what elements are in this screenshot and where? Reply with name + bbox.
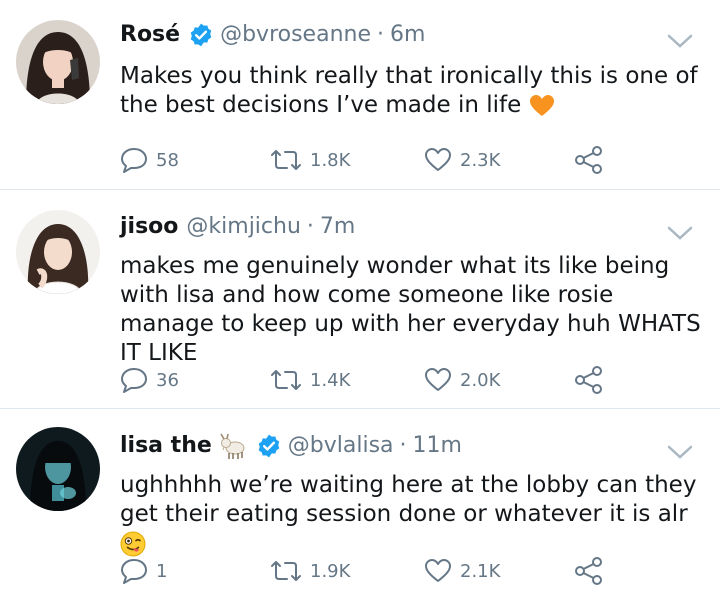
tweet-text: Makes you think really that ironically t…	[120, 63, 698, 118]
tweet-header: Rosé @bvroseanne · 6m	[120, 20, 425, 50]
reply-icon	[121, 559, 147, 584]
share-icon	[575, 146, 602, 174]
reply-button[interactable]: 58	[120, 144, 179, 176]
user-handle[interactable]: @bvlalisa	[288, 431, 394, 461]
retweet-button[interactable]: 1.8K	[270, 144, 350, 176]
verified-badge-icon	[256, 433, 282, 459]
chevron-down-icon[interactable]	[666, 443, 694, 461]
winking-tongue-face-icon	[120, 531, 146, 556]
share-icon	[575, 366, 602, 394]
tweet-header: jisoo @kimjichu · 7m	[120, 212, 355, 242]
reply-button[interactable]: 1	[120, 555, 167, 587]
separator: ·	[399, 433, 407, 458]
timestamp[interactable]: 7m	[320, 212, 355, 242]
orange-heart-icon	[529, 94, 554, 116]
separator: ·	[306, 214, 314, 239]
heart-icon	[425, 559, 451, 582]
tweet-actions: 36 1.4K 2.0K	[120, 364, 620, 396]
like-button[interactable]: 2.3K	[424, 144, 500, 176]
tweet-card[interactable]: Rosé @bvroseanne · 6m Makes you think re…	[0, 0, 720, 190]
timestamp[interactable]: 11m	[413, 431, 462, 461]
reply-icon	[121, 368, 147, 393]
tweet-content: lisa the @bvlalisa · 11m ughhhhh we’re w…	[0, 409, 720, 601]
separator: ·	[376, 22, 384, 47]
retweet-button[interactable]: 1.4K	[270, 364, 350, 396]
goat-icon	[218, 431, 248, 461]
avatar[interactable]	[16, 20, 100, 104]
verified-badge-icon	[188, 22, 214, 48]
display-name[interactable]: jisoo	[120, 212, 178, 242]
display-name[interactable]: lisa the	[120, 431, 212, 461]
share-button[interactable]	[574, 364, 612, 396]
share-icon	[575, 557, 602, 585]
tweet-actions: 1 1.9K 2.1K	[120, 555, 620, 587]
tweet-text: makes me genuinely wonder what its like …	[120, 253, 701, 366]
display-name[interactable]: Rosé	[120, 20, 180, 50]
tweet-header: lisa the @bvlalisa · 11m	[120, 431, 462, 461]
reply-icon	[121, 148, 147, 173]
tweet-content: jisoo @kimjichu · 7m makes me genuinely …	[0, 190, 720, 409]
retweet-icon	[271, 370, 301, 390]
like-button[interactable]: 2.1K	[424, 555, 500, 587]
timestamp[interactable]: 6m	[390, 20, 425, 50]
timeline-feed: Rosé @bvroseanne · 6m Makes you think re…	[0, 0, 720, 601]
tweet-actions: 58 1.8K 2.3K	[120, 144, 620, 176]
share-button[interactable]	[574, 555, 612, 587]
like-button[interactable]: 2.0K	[424, 364, 500, 396]
retweet-icon	[271, 150, 301, 170]
retweet-icon	[271, 561, 301, 581]
chevron-down-icon[interactable]	[666, 224, 694, 242]
user-handle[interactable]: @bvroseanne	[220, 20, 371, 50]
user-handle[interactable]: @kimjichu	[186, 212, 301, 242]
reply-button[interactable]: 36	[120, 364, 179, 396]
retweet-button[interactable]: 1.9K	[270, 555, 350, 587]
heart-icon	[425, 148, 451, 171]
share-button[interactable]	[574, 144, 612, 176]
tweet-text: ughhhhh we’re waiting here at the lobby …	[120, 471, 705, 558]
heart-icon	[425, 368, 451, 391]
chevron-down-icon[interactable]	[666, 32, 694, 50]
